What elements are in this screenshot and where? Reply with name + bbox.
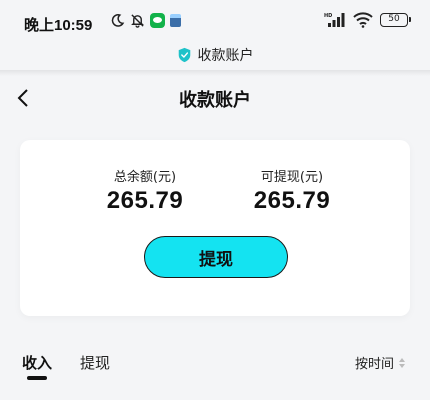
wechat-icon <box>150 13 165 28</box>
record-tabs: 收入 提现 按时间 <box>0 348 430 388</box>
wifi-icon <box>353 12 373 28</box>
withdrawable-balance-label: 可提现(元) <box>260 170 324 185</box>
page-title: 收款账户 <box>179 90 251 111</box>
moon-icon <box>111 14 125 27</box>
tab-income[interactable]: 收入 <box>22 352 52 373</box>
tab-withdraw[interactable]: 提现 <box>80 352 110 373</box>
total-balance-value: 265.79 <box>106 187 184 214</box>
total-balance: 总余额(元) 265.79 <box>65 166 225 215</box>
status-time: 晚上10:59 <box>24 17 93 34</box>
sort-label: 按时间 <box>354 357 394 372</box>
shield-icon <box>178 47 190 63</box>
mini-program-header: 收款账户 <box>0 40 430 70</box>
status-icons-left <box>110 13 181 28</box>
sort-icon <box>399 357 405 368</box>
withdraw-button[interactable]: 提现 <box>144 236 288 278</box>
mini-program-title: 收款账户 <box>197 48 254 64</box>
battery-level: 50 <box>388 14 400 24</box>
withdrawable-balance: 可提现(元) 265.79 <box>212 166 372 215</box>
balance-card: 总余额(元) 265.79 可提现(元) 265.79 提现 <box>20 140 410 316</box>
total-balance-label: 总余额(元) <box>113 170 177 185</box>
app-notification-icon <box>170 14 181 27</box>
signal-icon: HD <box>324 13 345 27</box>
bell-off-icon <box>131 14 144 28</box>
battery-icon: 50 <box>380 13 411 27</box>
status-bar: 晚上10:59 HD 50 <box>0 0 430 40</box>
hd-label: HD <box>324 13 332 19</box>
withdrawable-balance-value: 265.79 <box>253 187 331 214</box>
active-tab-indicator <box>27 376 47 380</box>
status-icons-right: HD 50 <box>324 12 411 28</box>
nav-bar: 收款账户 <box>0 76 430 120</box>
sort-by-time-button[interactable]: 按时间 <box>355 353 406 372</box>
